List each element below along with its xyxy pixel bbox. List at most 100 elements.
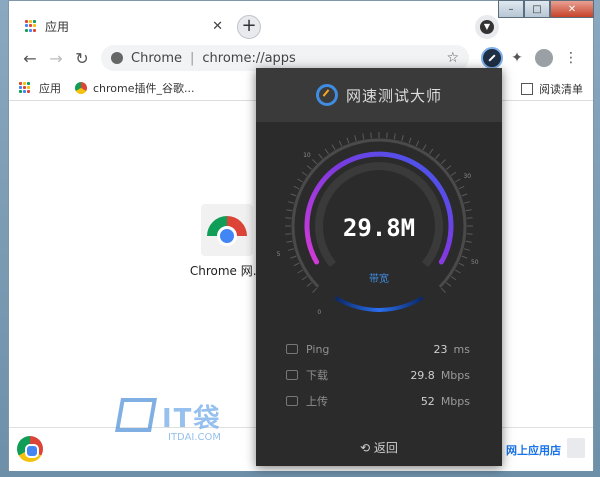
gauge-tick — [285, 233, 292, 235]
gauge-bottom-glow — [335, 296, 423, 312]
ping-arrows-icon — [286, 344, 298, 354]
address-url[interactable]: chrome://apps — [202, 51, 446, 66]
gauge-tick — [450, 276, 457, 281]
gauge-tick — [338, 140, 343, 147]
gauge-tick — [293, 262, 300, 267]
gauge-tick — [466, 233, 473, 235]
gauge-tick — [301, 276, 308, 281]
stat-label: 上传 — [306, 395, 328, 408]
gauge-tick — [370, 132, 372, 139]
gauge-tick — [290, 255, 297, 259]
speed-stats: Ping 23 ms 下载 29.8 Mbps 上传 52 Mbps — [256, 336, 502, 414]
gauge-tick — [440, 159, 446, 165]
gauge-tick — [446, 165, 452, 170]
gauge-scale-label: 50 — [471, 259, 479, 266]
gauge-tick — [465, 209, 472, 212]
bookmark-star-icon[interactable]: ☆ — [446, 50, 459, 66]
gauge-tick — [362, 133, 365, 140]
speedtest-extension-icon[interactable] — [481, 47, 503, 69]
gauge-tick — [301, 171, 308, 176]
gauge-scale-label: 5 — [277, 251, 281, 258]
gauge-tick — [408, 137, 412, 144]
gauge-tick — [293, 185, 300, 190]
stat-unit: Mbps — [440, 368, 470, 382]
gauge-tick — [454, 269, 461, 274]
watermark-domain: ITDAI.COM — [168, 432, 222, 443]
reading-list-button[interactable]: 阅读清单 — [521, 81, 583, 97]
reload-button[interactable]: ↻ — [69, 49, 95, 68]
gauge-tick — [415, 140, 420, 147]
gauge-tick — [331, 144, 336, 151]
gauge-tick — [324, 148, 329, 155]
gauge-tick — [297, 269, 304, 274]
gauge-scale-label: 10 — [303, 152, 311, 159]
gauge-tick — [386, 132, 388, 139]
gauge-tick — [458, 262, 465, 267]
profile-avatar[interactable] — [535, 49, 553, 67]
chrome-logo-icon[interactable] — [17, 436, 43, 462]
gauge-tick — [446, 282, 452, 287]
tab-close-icon[interactable]: ✕ — [212, 19, 223, 34]
address-separator: | — [190, 50, 195, 66]
back-button[interactable]: ← — [17, 49, 43, 68]
menu-kebab-icon[interactable]: ⋮ — [557, 50, 585, 66]
speedometer-logo-icon — [315, 84, 338, 106]
chrome-webstore-icon — [201, 204, 253, 256]
tab-title: 应用 — [45, 19, 70, 34]
reading-list-icon — [521, 83, 533, 95]
speedtest-popup: 网速测试大师 0510203050100 29.8M 带宽 Ping — [256, 68, 502, 466]
gauge-tick — [354, 135, 357, 142]
speed-value: 29.8M — [343, 214, 415, 242]
bookmark-label: chrome插件_谷歌... — [93, 81, 195, 95]
new-tab-button[interactable]: + — [237, 15, 261, 39]
gauge-tick — [466, 217, 473, 219]
site-info-icon[interactable] — [111, 52, 123, 64]
gauge-tick — [454, 178, 461, 183]
maximize-button[interactable]: □ — [524, 0, 550, 18]
extensions-puzzle-icon[interactable]: ✦ — [503, 50, 531, 66]
close-window-button[interactable]: ✕ — [550, 0, 594, 18]
gauge-tick — [422, 144, 427, 151]
stat-row-ping: Ping 23 ms — [256, 336, 502, 362]
stat-value: 29.8 — [410, 368, 435, 382]
media-control-button[interactable]: ▼ — [475, 15, 499, 39]
back-return-button[interactable]: ⟲ 返回 — [256, 439, 502, 456]
watermark-logo: IT袋 ITDAI.COM — [115, 398, 248, 446]
stat-unit: ms — [453, 342, 470, 356]
popup-header: 网速测试大师 — [256, 68, 502, 122]
app-tile-chrome-webstore[interactable]: Chrome 网... — [187, 204, 267, 279]
window-controls: – □ ✕ — [498, 0, 594, 18]
reading-list-label: 阅读清单 — [539, 83, 583, 96]
gauge-tick — [288, 201, 295, 204]
forward-button[interactable]: → — [43, 49, 69, 68]
gauge-scale-label: 20 — [393, 130, 401, 131]
gauge-tick — [286, 240, 293, 243]
gauge-tick — [429, 148, 434, 155]
bookmark-apps[interactable]: 应用 — [19, 80, 61, 96]
return-arrow-icon: ⟲ — [360, 441, 374, 455]
back-label: 返回 — [373, 441, 398, 455]
gauge-tick — [463, 201, 470, 204]
gauge-tick — [463, 248, 470, 251]
media-icon: ▼ — [480, 20, 494, 34]
gauge-scale-label: 0 — [317, 309, 321, 316]
tab-apps[interactable]: 应用 ✕ — [15, 11, 233, 41]
web-store-link[interactable]: 网上应用店 — [506, 442, 561, 458]
stat-label: Ping — [306, 342, 330, 356]
chrome-logo-icon — [75, 81, 87, 94]
gauge-tick — [318, 153, 323, 159]
bookmark-chrome-plugins[interactable]: chrome插件_谷歌... — [75, 80, 195, 96]
app-label: Chrome 网... — [189, 264, 265, 278]
gauge-tick — [465, 240, 472, 243]
minimize-button[interactable]: – — [498, 0, 524, 18]
gauge-tick — [440, 287, 446, 293]
gauge-tick — [461, 255, 468, 259]
gauge-tick — [401, 135, 404, 142]
web-store-icon[interactable] — [567, 438, 585, 458]
gauge-tick — [288, 248, 295, 251]
gauge-progress-arc — [304, 151, 454, 265]
gauge-tick — [346, 137, 350, 144]
gauge-tick — [290, 193, 297, 197]
gauge-tick — [312, 287, 318, 293]
watermark-text: IT袋 — [162, 404, 222, 434]
